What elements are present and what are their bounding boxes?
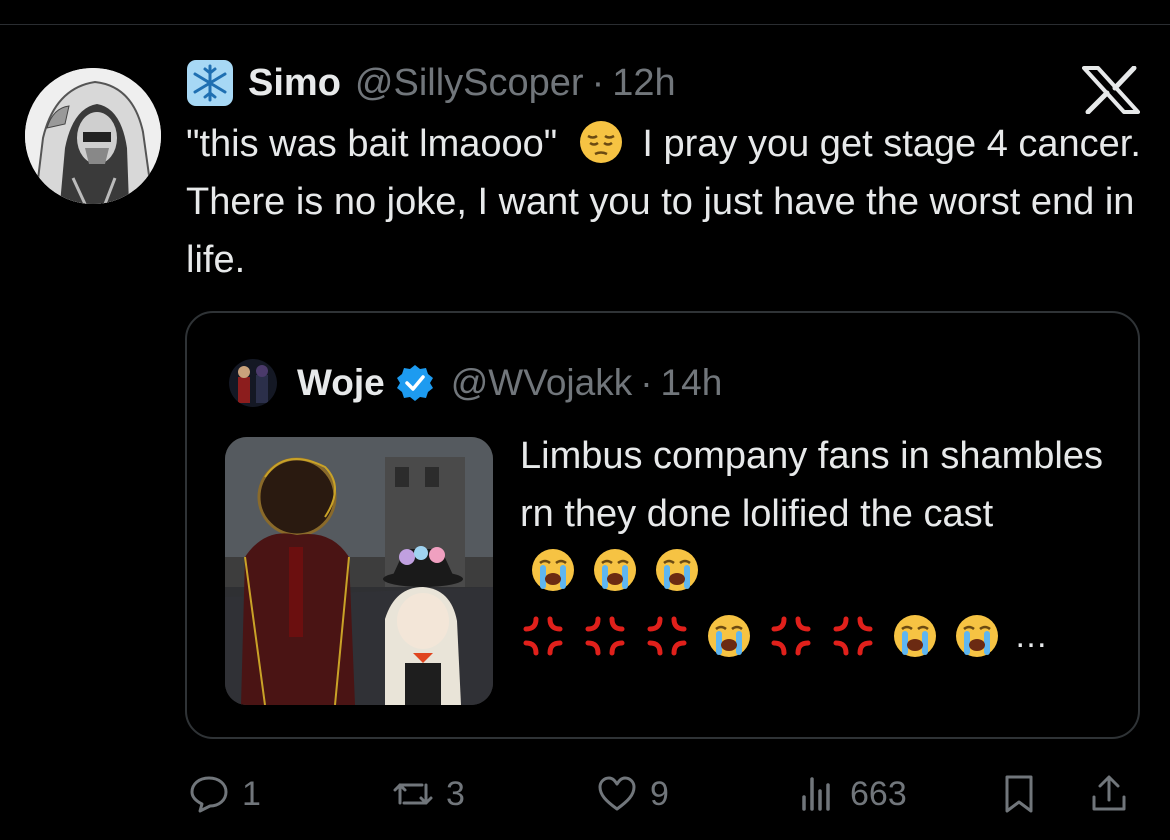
author-avatar[interactable] [25, 68, 161, 204]
quoted-tweet-timestamp[interactable]: 14h [661, 362, 723, 404]
like-count: 9 [650, 774, 669, 813]
reply-count: 1 [242, 774, 261, 813]
anger-symbol-emoji-icon [833, 616, 873, 656]
view-count: 663 [850, 774, 907, 813]
heart-icon [598, 776, 636, 811]
tweet-text: "this was bait lmaooo" I pray you get st… [186, 115, 1151, 289]
loudly-crying-face-emoji-icon [656, 549, 698, 591]
quoted-avatar-illustration [229, 359, 277, 407]
verified-badge-icon [396, 365, 433, 401]
truncation-ellipsis: … [1014, 617, 1048, 655]
repost-button[interactable]: 3 [392, 764, 465, 824]
quoted-tweet-body: Limbus company fans in shambles rn they … [520, 435, 1103, 535]
quoted-tweet-text: Limbus company fans in shambles rn they … [520, 427, 1120, 665]
anger-symbol-emoji-icon [647, 616, 687, 656]
repost-icon [393, 783, 433, 805]
quoted-author-avatar[interactable] [229, 359, 277, 407]
anger-symbol-emoji-icon [771, 616, 811, 656]
share-icon [1092, 775, 1126, 811]
quoted-author-handle[interactable]: @WVojakk [451, 362, 633, 404]
crying-emoji-group [530, 547, 700, 593]
tweet-text-quote: "this was bait lmaooo" [186, 123, 558, 165]
bookmark-button[interactable] [998, 764, 1040, 824]
author-name[interactable]: Simo [248, 62, 341, 105]
loudly-crying-face-emoji-icon [894, 615, 936, 657]
reply-icon [190, 776, 228, 813]
quoted-tweet-image[interactable] [225, 437, 493, 705]
loudly-crying-face-emoji-icon [708, 615, 750, 657]
emoji-row: … [520, 607, 1120, 665]
quoted-author-name[interactable]: Woje [297, 362, 385, 404]
pensive-face-emoji-icon [579, 121, 622, 163]
action-bar: 1 3 9 663 [0, 764, 1170, 824]
share-button[interactable] [1088, 764, 1130, 824]
loudly-crying-face-emoji-icon [956, 615, 998, 657]
views-chart-icon [802, 777, 830, 811]
repost-count: 3 [446, 774, 465, 813]
x-logo-icon [1082, 66, 1140, 114]
reply-button[interactable]: 1 [188, 764, 261, 824]
tweet-timestamp[interactable]: 12h [612, 62, 675, 105]
views-button[interactable]: 663 [796, 764, 907, 824]
top-divider [0, 24, 1170, 25]
avatar-illustration [25, 68, 161, 204]
loudly-crying-face-emoji-icon [532, 549, 574, 591]
loudly-crying-face-emoji-icon [594, 549, 636, 591]
quoted-tweet-card[interactable]: Woje @WVojakk · 14h Limbus company fans … [185, 311, 1140, 739]
anger-symbol-emoji-icon [523, 616, 563, 656]
quoted-tweet-header: Woje @WVojakk · 14h [229, 359, 722, 407]
quoted-image-illustration [225, 437, 493, 705]
anger-symbol-emoji-icon [585, 616, 625, 656]
author-handle[interactable]: @SillyScoper [355, 62, 584, 105]
tweet-header: Simo @SillyScoper · 12h [186, 58, 676, 108]
like-button[interactable]: 9 [596, 764, 669, 824]
header-separator: · [591, 61, 605, 104]
quoted-header-separator: · [640, 362, 653, 403]
snowflake-icon [187, 60, 233, 106]
bookmark-icon [1005, 775, 1033, 813]
